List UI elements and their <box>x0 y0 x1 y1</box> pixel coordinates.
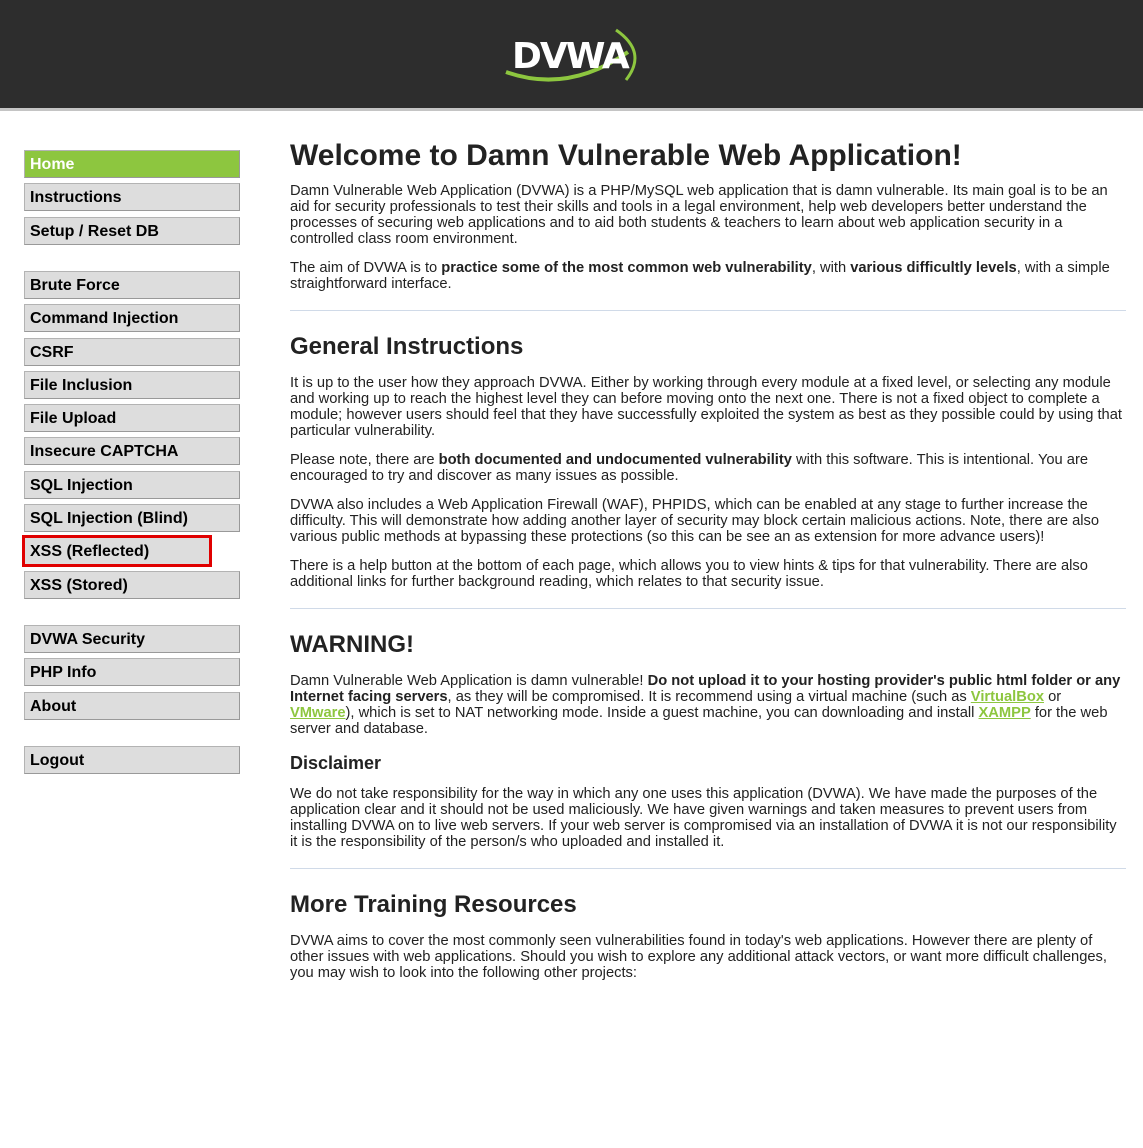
sidebar-item-instructions[interactable]: Instructions <box>24 183 240 212</box>
intro-text-a: The aim of DVWA is to <box>290 260 442 276</box>
xampp-link[interactable]: XAMPP <box>979 705 1031 721</box>
divider <box>290 868 1126 869</box>
sidebar-item-insecure-captcha[interactable]: Insecure CAPTCHA <box>24 437 240 466</box>
divider <box>290 608 1126 609</box>
intro-paragraph-1: Damn Vulnerable Web Application (DVWA) i… <box>290 183 1108 247</box>
intro-text-d: various difficultly levels <box>850 260 1017 276</box>
disclaimer-heading: Disclaimer <box>290 753 382 773</box>
logo-text: DVWA <box>512 36 630 77</box>
page-title: Welcome to Damn Vulnerable Web Applicati… <box>290 139 962 172</box>
general-text-a: Please note, there are <box>290 452 439 468</box>
sidebar-item-about[interactable]: About <box>24 691 240 720</box>
general-paragraph-2: Please note, there are both documented a… <box>290 452 1126 484</box>
virtualbox-link[interactable]: VirtualBox <box>971 689 1044 705</box>
training-heading: More Training Resources <box>290 891 577 918</box>
sidebar-item-home[interactable]: Home <box>24 150 240 178</box>
warning-text-c: , as they will be compromised. It is rec… <box>447 689 971 705</box>
warning-text-e: ), which is set to NAT networking mode. … <box>345 705 979 721</box>
warning-heading: WARNING! <box>290 631 414 658</box>
sidebar-item-sql-injection-blind[interactable]: SQL Injection (Blind) <box>24 504 240 532</box>
intro-text-c: , with <box>811 260 851 276</box>
sidebar-item-file-inclusion[interactable]: File Inclusion <box>24 370 240 399</box>
sidebar-item-php-info[interactable]: PHP Info <box>24 658 240 687</box>
sidebar-item-setup-reset-db[interactable]: Setup / Reset DB <box>24 216 240 245</box>
divider <box>290 310 1126 311</box>
disclaimer-paragraph: We do not take responsibility for the wa… <box>290 786 1117 850</box>
sidebar-item-dvwa-security[interactable]: DVWA Security <box>24 624 240 653</box>
intro-text-b: practice some of the most common web vul… <box>441 260 812 276</box>
sidebar-item-command-injection[interactable]: Command Injection <box>24 304 240 333</box>
header: DVWA <box>0 0 1143 111</box>
sidebar-item-file-upload[interactable]: File Upload <box>24 404 240 433</box>
intro-paragraph-2: The aim of DVWA is to practice some of t… <box>290 260 1126 292</box>
warning-paragraph: Damn Vulnerable Web Application is damn … <box>290 673 1126 737</box>
general-instructions-heading: General Instructions <box>290 333 524 360</box>
warning-text-a: Damn Vulnerable Web Application is damn … <box>290 673 648 689</box>
sidebar-item-csrf[interactable]: CSRF <box>24 337 240 366</box>
sidebar-item-brute-force[interactable]: Brute Force <box>24 270 240 299</box>
general-paragraph-4: There is a help button at the bottom of … <box>290 558 1088 590</box>
general-paragraph-1: It is up to the user how they approach D… <box>290 375 1122 439</box>
warning-text-d: or <box>1043 689 1062 705</box>
main-content: Welcome to Damn Vulnerable Web Applicati… <box>290 130 1126 994</box>
sidebar-item-xss-stored[interactable]: XSS (Stored) <box>24 570 240 599</box>
sidebar-item-logout[interactable]: Logout <box>24 745 240 774</box>
general-paragraph-3: DVWA also includes a Web Application Fir… <box>290 497 1100 545</box>
general-text-b: both documented and undocumented vulnera… <box>438 452 792 468</box>
sidebar-item-sql-injection[interactable]: SQL Injection <box>24 470 240 499</box>
vmware-link[interactable]: VMware <box>290 705 346 721</box>
training-paragraph: DVWA aims to cover the most commonly see… <box>290 933 1107 981</box>
sidebar-item-xss-reflected[interactable]: XSS (Reflected) <box>22 535 212 568</box>
dvwa-logo: DVWA <box>498 22 648 90</box>
